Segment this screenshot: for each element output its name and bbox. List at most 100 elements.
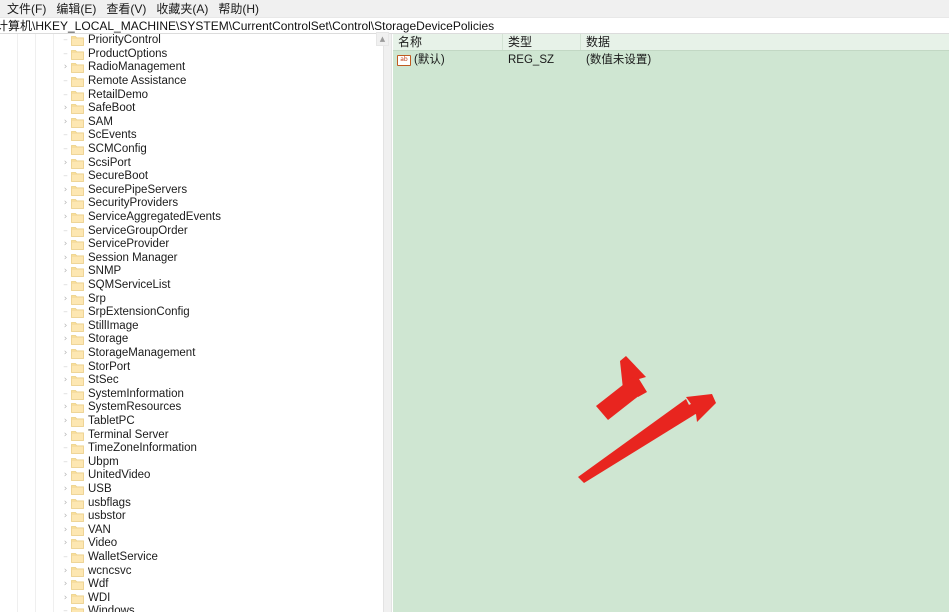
chevron-right-icon[interactable]: › — [60, 61, 71, 74]
tree-item-label: Terminal Server — [88, 428, 169, 441]
chevron-right-icon[interactable]: › — [60, 510, 71, 523]
menu-favorites[interactable]: 收藏夹(A) — [151, 1, 213, 17]
chevron-right-icon[interactable]: › — [60, 401, 71, 414]
tree-item-label: Session Manager — [88, 251, 178, 264]
tree-item-label: WDI — [88, 591, 111, 604]
address-bar[interactable]: 计算机\HKEY_LOCAL_MACHINE\SYSTEM\CurrentCon… — [0, 18, 949, 34]
tree-item-wdf[interactable]: › Wdf — [0, 578, 370, 592]
tree-item-safeboot[interactable]: › SafeBoot — [0, 102, 370, 116]
chevron-right-icon[interactable]: › — [60, 374, 71, 387]
tree-item-stsec[interactable]: › StSec — [0, 374, 370, 388]
tree-item-productoptions[interactable]: – ProductOptions — [0, 48, 370, 62]
folder-icon — [71, 212, 84, 223]
tree-item-snmp[interactable]: › SNMP — [0, 265, 370, 279]
chevron-right-icon[interactable]: › — [60, 238, 71, 251]
chevron-right-icon[interactable]: › — [60, 347, 71, 360]
tree-leaf-icon: – — [63, 225, 68, 236]
tree-item-remote-assistance[interactable]: – Remote Assistance — [0, 75, 370, 89]
tree-item-label: SystemInformation — [88, 387, 184, 400]
tree-item-storage[interactable]: › Storage — [0, 333, 370, 347]
menu-help[interactable]: 帮助(H) — [213, 1, 264, 17]
tree-item-label: PriorityControl — [88, 34, 161, 47]
tree-item-usbstor[interactable]: › usbstor — [0, 510, 370, 524]
tree-item-scmconfig[interactable]: – SCMConfig — [0, 143, 370, 157]
chevron-right-icon[interactable]: › — [60, 592, 71, 605]
tree-item-sqmservicelist[interactable]: – SQMServiceList — [0, 279, 370, 293]
tree-item-storport[interactable]: – StorPort — [0, 360, 370, 374]
tree-item-label: ServiceProvider — [88, 238, 170, 251]
tree-item-serviceaggregatedevents[interactable]: › ServiceAggregatedEvents — [0, 211, 370, 225]
tree-item-walletservice[interactable]: – WalletService — [0, 551, 370, 565]
chevron-right-icon[interactable]: › — [60, 197, 71, 210]
tree-item-tabletpc[interactable]: › TabletPC — [0, 415, 370, 429]
folder-icon — [71, 90, 84, 101]
tree-item-sam[interactable]: › SAM — [0, 116, 370, 130]
chevron-right-icon[interactable]: › — [60, 497, 71, 510]
column-header-type[interactable]: 类型 — [503, 34, 581, 50]
tree-item-securityproviders[interactable]: › SecurityProviders — [0, 197, 370, 211]
folder-icon — [71, 538, 84, 550]
folder-icon — [71, 362, 84, 373]
tree-item-usbflags[interactable]: › usbflags — [0, 496, 370, 510]
tree-item-scsiport[interactable]: › ScsiPort — [0, 156, 370, 170]
tree-item-windows[interactable]: – Windows — [0, 605, 370, 612]
tree-item-prioritycontrol[interactable]: – PriorityControl — [0, 34, 370, 48]
tree-item-wcncsvc[interactable]: › wcncsvc — [0, 564, 370, 578]
tree-item-secureboot[interactable]: – SecureBoot — [0, 170, 370, 184]
registry-tree-pane[interactable]: – PriorityControl – ProductOptions › RadioMan… — [0, 34, 383, 612]
tree-item-van[interactable]: › VAN — [0, 524, 370, 538]
menu-file[interactable]: 文件(F) — [2, 1, 51, 17]
tree-item-securepipeservers[interactable]: › SecurePipeServers — [0, 184, 370, 198]
column-header-data[interactable]: 数据 — [581, 34, 949, 50]
chevron-right-icon[interactable]: › — [60, 116, 71, 129]
folder-icon — [71, 226, 84, 237]
chevron-right-icon[interactable]: › — [60, 524, 71, 537]
chevron-right-icon[interactable]: › — [60, 333, 71, 346]
chevron-right-icon[interactable]: › — [60, 415, 71, 428]
tree-item-retaildemo[interactable]: – RetailDemo — [0, 88, 370, 102]
menu-view[interactable]: 查看(V) — [101, 1, 151, 17]
tree-item-systeminformation[interactable]: – SystemInformation — [0, 388, 370, 402]
tree-leaf-icon: – — [63, 144, 68, 155]
tree-item-systemresources[interactable]: › SystemResources — [0, 401, 370, 415]
chevron-right-icon[interactable]: › — [60, 265, 71, 278]
tree-item-label: Srp — [88, 292, 106, 305]
tree-item-serviceprovider[interactable]: › ServiceProvider — [0, 238, 370, 252]
chevron-right-icon[interactable]: › — [60, 565, 71, 578]
tree-item-ubpm[interactable]: – Ubpm — [0, 456, 370, 470]
chevron-right-icon[interactable]: › — [60, 578, 71, 591]
tree-item-terminal-server[interactable]: › Terminal Server — [0, 428, 370, 442]
tree-item-unitedvideo[interactable]: › UnitedVideo — [0, 469, 370, 483]
tree-item-video[interactable]: › Video — [0, 537, 370, 551]
value-name-cell: ab (默认) — [393, 53, 503, 67]
chevron-right-icon[interactable]: › — [60, 211, 71, 224]
chevron-right-icon[interactable]: › — [60, 102, 71, 115]
tree-item-scevents[interactable]: – ScEvents — [0, 129, 370, 143]
column-header-name[interactable]: 名称 — [393, 34, 503, 50]
tree-item-srpextensionconfig[interactable]: – SrpExtensionConfig — [0, 306, 370, 320]
tree-item-stillimage[interactable]: › StillImage — [0, 320, 370, 334]
chevron-right-icon[interactable]: › — [60, 320, 71, 333]
tree-item-radiomanagement[interactable]: › RadioManagement — [0, 61, 370, 75]
chevron-right-icon[interactable]: › — [60, 252, 71, 265]
chevron-right-icon[interactable]: › — [60, 537, 71, 550]
tree-item-usb[interactable]: › USB — [0, 483, 370, 497]
tree-item-session-manager[interactable]: › Session Manager — [0, 252, 370, 266]
scroll-up-arrow-icon[interactable]: ▲ — [376, 32, 389, 46]
chevron-right-icon[interactable]: › — [60, 429, 71, 442]
registry-values-pane[interactable]: 名称 类型 数据 ab (默认) REG_SZ (数值未设置) 新建(N) › … — [393, 34, 949, 612]
tree-item-timezoneinformation[interactable]: – TimeZoneInformation — [0, 442, 370, 456]
menu-edit[interactable]: 编辑(E) — [51, 1, 101, 17]
tree-item-wdi[interactable]: › WDI — [0, 592, 370, 606]
pane-splitter[interactable] — [383, 34, 392, 612]
chevron-right-icon[interactable]: › — [60, 469, 71, 482]
table-row[interactable]: ab (默认) REG_SZ (数值未设置) — [393, 53, 949, 67]
chevron-right-icon[interactable]: › — [60, 293, 71, 306]
tree-item-storagemanagement[interactable]: › StorageManagement — [0, 347, 370, 361]
folder-icon — [71, 171, 84, 183]
chevron-right-icon[interactable]: › — [60, 157, 71, 170]
chevron-right-icon[interactable]: › — [60, 483, 71, 496]
tree-item-srp[interactable]: › Srp — [0, 292, 370, 306]
tree-item-servicegrouporder[interactable]: – ServiceGroupOrder — [0, 224, 370, 238]
chevron-right-icon[interactable]: › — [60, 184, 71, 197]
